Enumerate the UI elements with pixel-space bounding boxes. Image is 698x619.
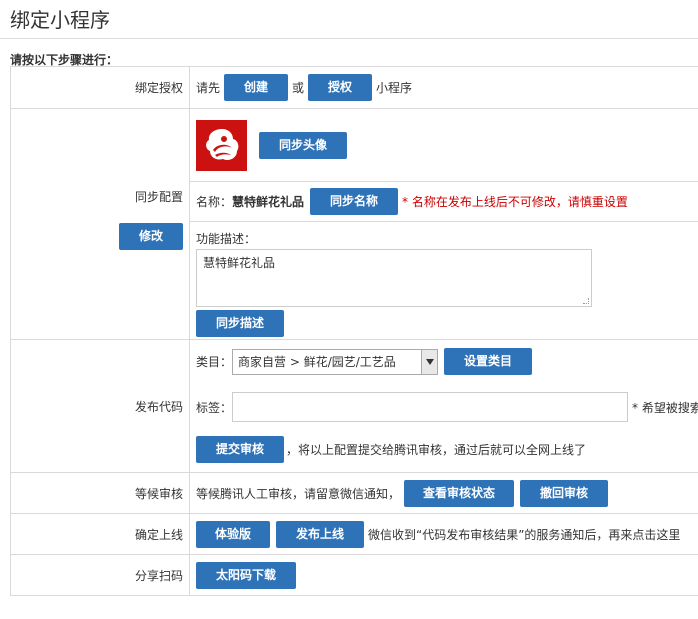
row-confirm-release: 确定上线 体验版 发布上线 微信收到“代码发布审核结果”的服务通知后，再来点击这…	[10, 514, 698, 555]
row-sync-config: 同步配置 修改 同步头像 名称： 慧特鲜花礼品 同步名称 * 名称在发布上线后不…	[10, 109, 698, 340]
row-share-qrcode: 分享扫码 太阳码下载	[10, 555, 698, 596]
tag-label: 标签：	[196, 400, 233, 415]
share-qrcode-content: 太阳码下载	[190, 555, 698, 595]
name-value: 慧特鲜花礼品	[232, 195, 305, 209]
bind-auth-content: 请先 创建 或 授权 小程序	[190, 67, 698, 108]
mini-program-logo	[196, 119, 247, 171]
row-label-bind-auth: 绑定授权	[11, 67, 190, 108]
name-warning: * 名称在发布上线后不可修改，请慎重设置	[402, 195, 628, 209]
row-label-share-qrcode: 分享扫码	[11, 555, 190, 595]
sync-config-content: 同步头像 名称： 慧特鲜花礼品 同步名称 * 名称在发布上线后不可修改，请慎重设…	[190, 109, 698, 339]
row-label-confirm-release: 确定上线	[11, 514, 190, 554]
chevron-down-icon[interactable]	[421, 349, 438, 374]
submit-hint: ，将以上配置提交给腾讯审核，通过后就可以全网上线了	[286, 443, 587, 457]
await-review-content: 等候腾讯人工审核，请留意微信通知， 查看审核状态 撤回审核	[190, 473, 698, 513]
sync-avatar-button[interactable]: 同步头像	[259, 131, 347, 159]
sync-description-button[interactable]: 同步描述	[196, 310, 284, 337]
row-bind-auth: 绑定授权 请先 创建 或 授权 小程序	[10, 67, 698, 109]
set-category-button[interactable]: 设置类目	[444, 348, 533, 375]
publish-code-content: 类目： 商家自营 > 鲜花/园艺/工艺品 设置类目 标签： * 希望被搜索 提交…	[190, 340, 698, 472]
withdraw-review-button[interactable]: 撤回审核	[520, 479, 609, 507]
confirm-release-content: 体验版 发布上线 微信收到“代码发布审核结果”的服务通知后，再来点击这里	[190, 514, 698, 554]
description-section: 功能描述： 慧特鲜花礼品 同步描述	[190, 222, 698, 339]
release-hint: 微信收到“代码发布审核结果”的服务通知后，再来点击这里	[368, 527, 681, 542]
submit-review-button[interactable]: 提交审核	[196, 436, 284, 463]
auth-or-text: 或	[292, 81, 305, 95]
auth-suffix-text: 小程序	[376, 81, 413, 95]
flower-logo-icon	[205, 129, 238, 161]
name-section: 名称： 慧特鲜花礼品 同步名称 * 名称在发布上线后不可修改，请慎重设置	[190, 182, 698, 222]
avatar-section: 同步头像	[190, 109, 698, 182]
check-review-status-button[interactable]: 查看审核状态	[404, 479, 515, 507]
category-select[interactable]: 商家自营 > 鲜花/园艺/工艺品	[232, 348, 439, 375]
row-await-review: 等候审核 等候腾讯人工审核，请留意微信通知， 查看审核状态 撤回审核	[10, 473, 698, 514]
create-button[interactable]: 创建	[224, 74, 289, 101]
sun-code-download-button[interactable]: 太阳码下载	[196, 561, 296, 589]
category-label: 类目：	[196, 355, 233, 369]
sync-name-button[interactable]: 同步名称	[310, 188, 399, 215]
auth-prefix-text: 请先	[196, 81, 221, 95]
tag-hint: * 希望被搜索	[632, 400, 698, 415]
authorize-button[interactable]: 授权	[308, 74, 373, 101]
row-publish-code: 发布代码 类目： 商家自营 > 鲜花/园艺/工艺品 设置类目 标签： * 希望被…	[10, 340, 698, 473]
description-label: 功能描述：	[196, 232, 257, 246]
resize-handle-icon[interactable]	[583, 298, 589, 304]
name-label: 名称：	[196, 195, 233, 209]
row-label-await-review: 等候审核	[11, 473, 190, 513]
title-divider	[0, 38, 698, 39]
row-label-sync-config: 同步配置 修改	[11, 109, 190, 339]
description-textarea[interactable]: 慧特鲜花礼品	[196, 249, 592, 307]
category-selected-value: 商家自营 > 鲜花/园艺/工艺品	[238, 355, 396, 369]
category-line: 类目： 商家自营 > 鲜花/园艺/工艺品 设置类目	[196, 348, 533, 375]
page-title: 绑定小程序	[10, 8, 110, 32]
sync-config-label: 同步配置	[134, 190, 183, 204]
description-text: 慧特鲜花礼品	[203, 256, 276, 270]
tag-input[interactable]	[232, 392, 628, 422]
trial-version-button[interactable]: 体验版	[196, 520, 270, 548]
publish-online-button[interactable]: 发布上线	[276, 520, 364, 548]
edit-button[interactable]: 修改	[119, 223, 183, 250]
review-text: 等候腾讯人工审核，请留意微信通知，	[196, 486, 401, 501]
submit-line: 提交审核 ，将以上配置提交给腾讯审核，通过后就可以全网上线了	[196, 436, 586, 463]
tag-line: 标签： * 希望被搜索	[196, 392, 698, 422]
steps-table: 绑定授权 请先 创建 或 授权 小程序 同步配置 修改 同步头像 名称： 慧特鲜…	[10, 66, 698, 596]
row-label-publish-code: 发布代码	[11, 340, 190, 472]
